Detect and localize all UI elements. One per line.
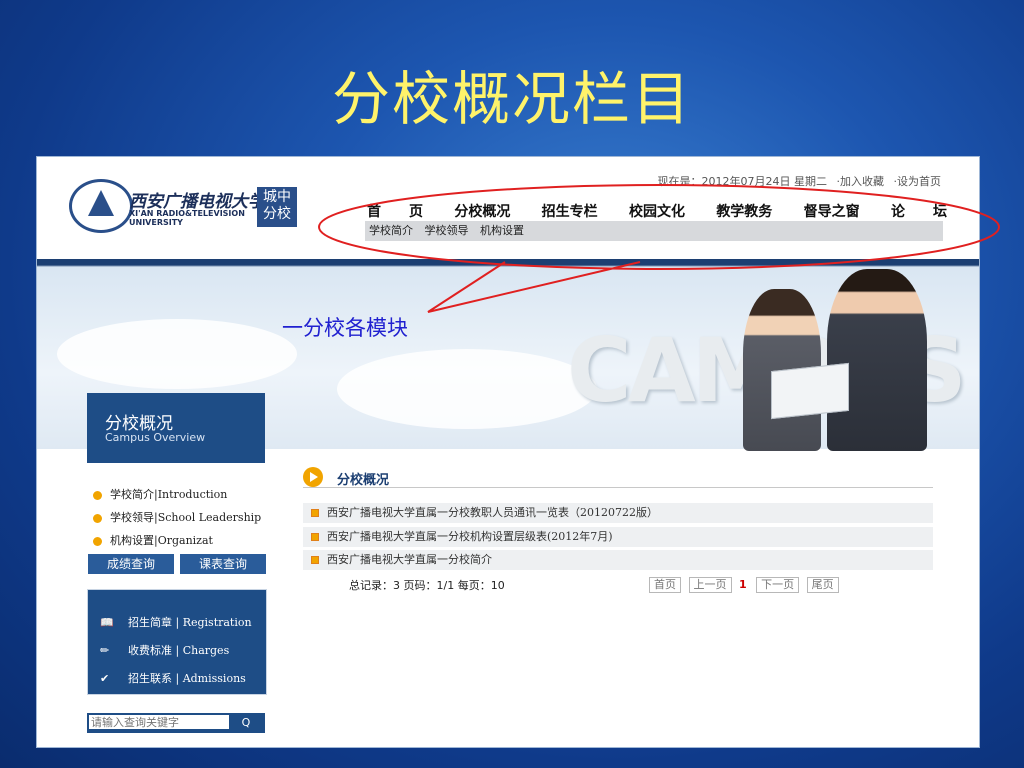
annotation-label: 一分校各模块	[282, 316, 408, 340]
callout-pointer	[427, 261, 641, 313]
annotation-overlay	[318, 184, 1000, 313]
highlight-ellipse	[318, 184, 1000, 270]
